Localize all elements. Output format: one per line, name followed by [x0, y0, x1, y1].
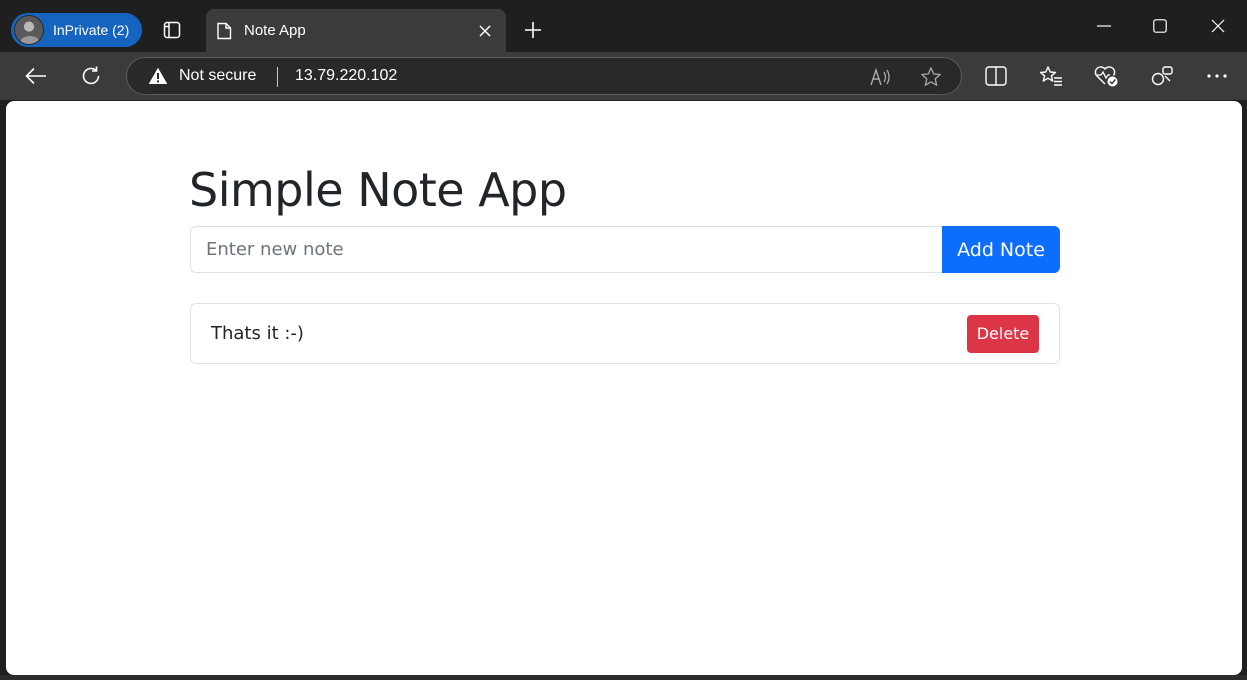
add-note-form: Add Note	[190, 226, 1060, 273]
warning-icon[interactable]	[148, 67, 168, 85]
browser-title-bar: InPrivate (2) Note App	[0, 0, 1247, 52]
url-text[interactable]: 13.79.220.102	[295, 67, 397, 85]
inprivate-label: InPrivate (2)	[53, 22, 130, 38]
inprivate-profile-button[interactable]: InPrivate (2)	[11, 13, 142, 47]
page-title: Simple Note App	[189, 163, 567, 217]
note-list: Thats it :-) Delete	[190, 303, 1060, 364]
add-note-button[interactable]: Add Note	[942, 226, 1060, 273]
tab-note-app[interactable]: Note App	[206, 9, 506, 52]
star-icon[interactable]	[918, 64, 944, 90]
address-divider	[277, 67, 278, 87]
minimize-icon[interactable]	[1081, 10, 1127, 42]
page-icon	[216, 22, 232, 40]
profile-avatar	[14, 15, 44, 45]
address-bar[interactable]: Not secure 13.79.220.102	[126, 57, 962, 95]
extensions-icon[interactable]	[1145, 60, 1179, 92]
tab-title: Note App	[244, 22, 306, 39]
window-bottom-edge	[0, 675, 1247, 680]
delete-button[interactable]: Delete	[967, 314, 1039, 353]
page-viewport: Simple Note App Add Note Thats it :-) De…	[6, 101, 1242, 675]
plus-icon	[525, 22, 541, 38]
read-aloud-icon[interactable]	[868, 64, 894, 90]
browser-toolbar: Not secure 13.79.220.102	[0, 52, 1247, 100]
security-label[interactable]: Not secure	[179, 67, 256, 85]
refresh-icon[interactable]	[74, 60, 108, 92]
note-text: Thats it :-)	[211, 323, 304, 344]
tab-actions-icon[interactable]	[159, 17, 185, 43]
favorites-icon[interactable]	[1034, 60, 1068, 92]
tab-close-icon[interactable]	[474, 20, 496, 42]
list-item: Thats it :-) Delete	[190, 303, 1060, 364]
split-screen-icon[interactable]	[979, 60, 1013, 92]
maximize-icon[interactable]	[1137, 10, 1183, 42]
back-arrow-icon[interactable]	[19, 60, 53, 92]
more-icon[interactable]	[1200, 60, 1234, 92]
window-close-icon[interactable]	[1195, 10, 1241, 42]
note-input[interactable]	[190, 226, 942, 273]
heart-pulse-icon[interactable]	[1089, 60, 1123, 92]
new-tab-button[interactable]	[519, 17, 547, 43]
